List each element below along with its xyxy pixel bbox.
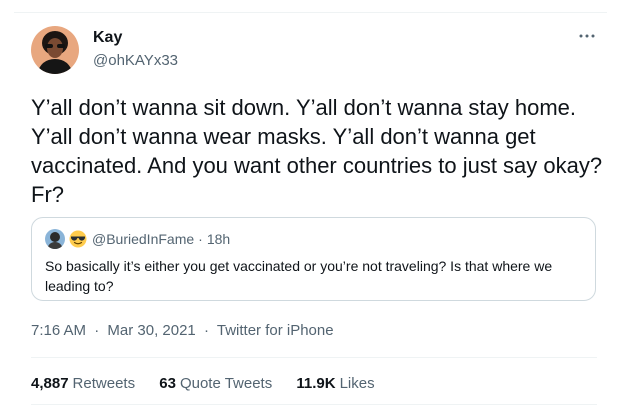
meta-divider: [31, 357, 597, 358]
retweets-count: 4,887: [31, 375, 69, 392]
quoted-author-avatar: [45, 229, 65, 249]
tweet-source[interactable]: Twitter for iPhone: [217, 322, 334, 339]
retweets-label: Retweets: [72, 375, 136, 392]
quoted-tweet[interactable]: @BuriedInFame · 18h So basically it’s ei…: [31, 217, 596, 301]
profile-photo-icon: [31, 26, 79, 74]
sunglasses-emoji-icon: [69, 230, 87, 248]
stats-divider: [31, 404, 597, 405]
tweet-text: Y’all don’t wanna sit down. Y’all don’t …: [31, 95, 603, 207]
tweet-card: Kay @ohKAYx33 Y’all don’t wanna sit down…: [0, 0, 621, 416]
tweet-date[interactable]: Mar 30, 2021: [107, 322, 195, 339]
tweet-meta: 7:16 AM · Mar 30, 2021 · Twitter for iPh…: [31, 322, 334, 339]
quote-tweets-count: 63: [159, 375, 176, 392]
meta-separator: ·: [94, 322, 100, 339]
quote-tweets-label: Quote Tweets: [179, 375, 273, 392]
quoted-age: 18h: [206, 231, 231, 247]
quoted-tweet-header: @BuriedInFame · 18h: [45, 229, 230, 249]
likes-count: 11.9K: [296, 375, 336, 392]
quoted-separator: ·: [198, 231, 203, 247]
engagement-stats: 4,887 Retweets 63 Quote Tweets 11.9K Likes: [31, 375, 395, 392]
meta-separator: ·: [203, 322, 209, 339]
quoted-author-handle: @BuriedInFame: [92, 231, 195, 247]
retweets-stat[interactable]: 4,887 Retweets: [31, 375, 135, 392]
author-avatar[interactable]: [31, 26, 79, 74]
author-handle[interactable]: @ohKAYx33: [93, 52, 178, 69]
author-name[interactable]: Kay: [93, 29, 122, 47]
likes-stat[interactable]: 11.9K Likes: [296, 375, 374, 392]
quote-tweets-stat[interactable]: 63 Quote Tweets: [159, 375, 272, 392]
tweet-time[interactable]: 7:16 AM: [31, 322, 86, 339]
quoted-tweet-text: So basically it’s either you get vaccina…: [45, 258, 553, 294]
quoted-profile-photo-icon: [45, 229, 65, 249]
likes-label: Likes: [339, 375, 375, 392]
more-options-icon[interactable]: [577, 28, 597, 44]
top-divider: [14, 12, 607, 13]
